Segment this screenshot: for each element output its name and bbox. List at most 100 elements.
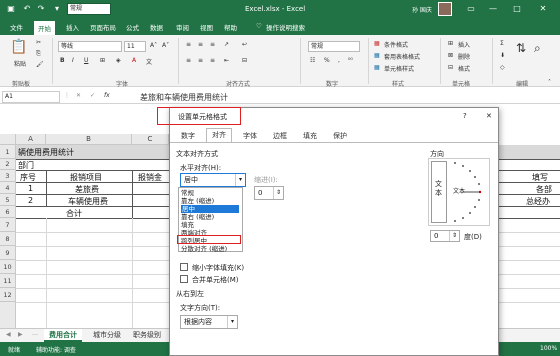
cancel-icon[interactable]: ✕ [76,92,81,99]
avatar[interactable] [438,2,452,16]
shrink-to-fit-checkbox[interactable] [180,263,188,271]
sheet-tab-level[interactable]: 职务级别 [128,329,166,342]
row-header[interactable]: 10 [0,260,16,274]
align-middle-icon[interactable]: ≡ [198,41,203,48]
horizontal-align-select[interactable]: 居中 ▾ [180,173,246,187]
degrees-spinner[interactable]: 0 ⇕ [430,230,460,242]
zoom-level[interactable]: 100% [540,345,557,352]
cell-a1-title[interactable]: 辆使用费用统计 [18,147,74,158]
sheet-tab-city[interactable]: 城市分级 [88,329,126,342]
sum-icon[interactable]: Σ [500,40,504,47]
tab-border[interactable]: 边框 [268,130,292,142]
list-item[interactable]: 常规 [181,189,194,197]
tab-insert[interactable]: 插入 [66,22,79,32]
tab-number[interactable]: 数字 [176,130,200,142]
cell-b5[interactable]: 车辆使用费 [68,196,108,207]
row-header[interactable]: 1 [0,145,16,159]
tab-home[interactable]: 开始 [34,21,55,35]
merge-center-icon[interactable]: ⊟ [242,57,247,64]
chevron-down-icon[interactable]: ▾ [235,174,245,186]
spinner-icon[interactable]: ⇕ [273,187,283,199]
percent-icon[interactable]: % [324,57,330,64]
tab-protection[interactable]: 保护 [328,130,352,142]
cut-icon[interactable]: ✂ [36,39,41,46]
more-sheets-icon[interactable]: … [32,330,38,337]
paste-button[interactable]: 粘贴 [14,59,26,68]
font-size-select[interactable]: 11 [124,41,146,52]
phonetic-icon[interactable]: 文 [146,57,152,66]
cell-total[interactable]: 合计 [66,208,82,219]
tab-view[interactable]: 视图 [200,22,213,32]
cell-right-1[interactable]: 填写 [532,172,548,183]
indent-icon[interactable]: ⇤ [224,57,229,64]
tab-fill[interactable]: 填充 [298,130,322,142]
align-right-icon[interactable]: ≡ [210,57,215,64]
tab-alignment[interactable]: 对齐 [206,128,232,142]
ribbon-options-icon[interactable]: ▭ [462,2,480,16]
quick-format-select[interactable]: 常规 [67,3,111,15]
fill-color-icon[interactable]: ◈ [116,57,121,64]
bold-button[interactable]: B [60,57,65,64]
align-center-icon[interactable]: ≡ [198,57,203,64]
row-header[interactable]: 8 [0,232,16,246]
cell-right-2[interactable]: 各部 [536,184,552,195]
cell-right-3[interactable]: 总经办 [526,196,550,207]
select-all-corner[interactable] [0,134,16,145]
list-item[interactable]: 填充 [181,221,194,229]
wrap-text-icon[interactable]: ↩ [242,41,247,48]
text-direction-select[interactable]: 根据内容 ▾ [180,315,238,329]
format-painter-icon[interactable]: 🖌 [36,61,44,68]
clear-icon[interactable]: ◇ [500,64,505,71]
paste-icon[interactable]: 📋 [10,39,27,55]
help-icon[interactable]: ? [463,112,467,120]
undo-icon[interactable]: ↶ [22,4,32,14]
collapse-ribbon-icon[interactable]: ˄ [548,79,551,86]
col-header-c[interactable]: C [132,134,169,145]
maximize-button[interactable]: □ [508,2,526,16]
conditional-format-button[interactable]: 条件格式 [384,40,408,49]
tab-font[interactable]: 字体 [238,130,262,142]
border-icon[interactable]: ⊞ [100,57,105,64]
orientation-control[interactable]: 文本 文本 [428,158,490,226]
list-item[interactable]: 靠左 (缩进) [181,197,214,205]
comma-icon[interactable]: , [338,57,340,64]
tab-help[interactable]: 帮助 [224,22,237,32]
user-name[interactable]: 孙 国庆 [412,5,432,14]
sort-filter-icon[interactable]: ⇅ [516,41,526,55]
list-item-selected[interactable]: 居中 [181,205,239,213]
row-header[interactable]: 3 [0,170,16,182]
name-box[interactable]: A1 [2,91,60,103]
cell-b4[interactable]: 差旅费 [75,184,99,195]
formula-input[interactable]: 差旅和车辆使用费用统计 [140,92,228,103]
copy-icon[interactable]: ⎘ [36,50,41,58]
list-item[interactable]: 靠右 (缩进) [181,213,214,221]
underline-button[interactable]: U [84,57,88,64]
name-box-dropdown-icon[interactable]: ⋮ [64,92,70,99]
save-icon[interactable]: ▣ [6,4,16,14]
cell-a5[interactable]: 2 [28,196,33,205]
accessibility-status[interactable]: 辅助功能: 调查 [36,345,76,354]
cell-a3[interactable]: 序号 [20,172,36,183]
decimal-icon[interactable]: ⁰⁰ [348,57,353,64]
number-format-select[interactable]: 常规 [308,41,360,52]
cell-a2[interactable]: 部门 [18,160,34,171]
align-top-icon[interactable]: ≡ [186,41,191,48]
row-header[interactable]: 7 [0,218,16,232]
row-header[interactable]: 5 [0,194,16,206]
table-format-button[interactable]: 套用表格格式 [384,52,420,61]
redo-icon[interactable]: ↷ [36,4,46,14]
cell-styles-button[interactable]: 单元格样式 [384,64,414,73]
tell-me-search[interactable]: 操作说明搜索 [266,22,305,32]
minimize-button[interactable]: — [484,2,502,16]
align-bottom-icon[interactable]: ≡ [210,41,215,48]
enter-icon[interactable]: ✓ [90,92,95,99]
fx-icon[interactable]: fx [104,92,110,99]
tab-formulas[interactable]: 公式 [126,22,139,32]
list-item[interactable]: 分散对齐 (缩进) [181,245,227,253]
italic-button[interactable]: I [72,57,74,64]
chevron-down-icon[interactable]: ▾ [227,316,237,328]
customize-icon[interactable]: ▾ [52,4,62,14]
row-header[interactable]: 4 [0,182,16,194]
fill-icon[interactable]: ⬇ [500,52,505,59]
currency-icon[interactable]: ☷ [310,57,315,64]
